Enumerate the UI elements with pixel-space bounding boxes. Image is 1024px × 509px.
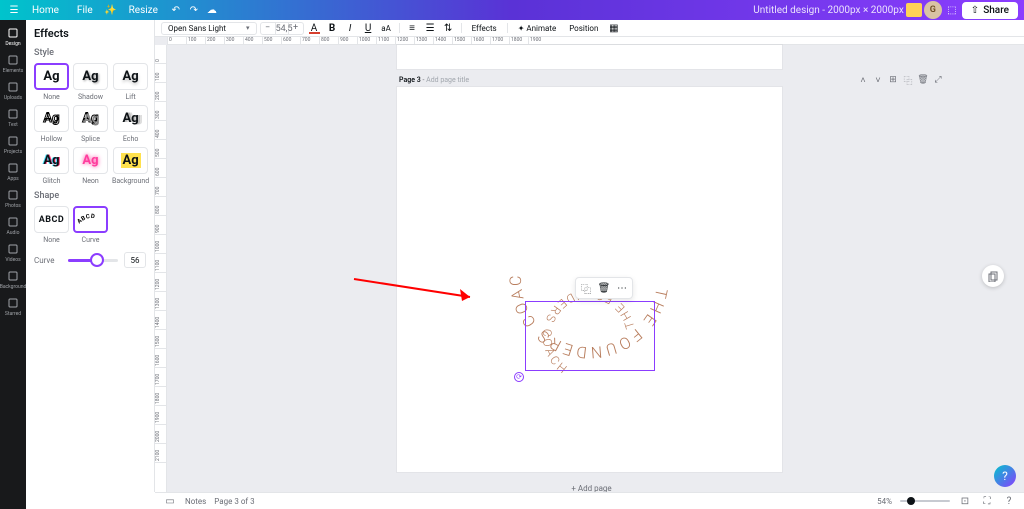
transparency-icon[interactable]: ▦ [606,22,621,35]
avatar[interactable]: G [924,1,942,19]
style-glitch[interactable]: AgGlitch [34,147,69,185]
rail-text[interactable]: Text [0,105,26,131]
style-neon[interactable]: AgNeon [73,147,108,185]
list-icon[interactable]: ☰ [423,22,438,35]
size-plus[interactable]: + [289,23,303,33]
bottom-bar: ▭ Notes Page 3 of 3 54% ⊡ ⛶ ? [155,492,1024,509]
rail-apps[interactable]: Apps [0,159,26,185]
delete-icon[interactable]: 🗑 [596,280,612,296]
style-echo[interactable]: AgEcho [112,105,149,143]
magic-icon[interactable]: ✨ [103,2,119,18]
more-icon[interactable]: ⋯ [614,280,630,296]
effects-button[interactable]: Effects [467,24,502,33]
curve-value-input[interactable]: 56 [124,252,146,268]
text-toolbar: Open Sans Light▾ − 54,5 + A B I U aA ≡ ☰… [155,20,1024,37]
show-pages-fab[interactable] [982,265,1004,287]
top-bar: ☰ Home File ✨ Resize ↶ ↷ ☁ Untitled desi… [0,0,1024,20]
help-icon-bottom[interactable]: ? [1002,494,1016,508]
rail-audio[interactable]: Audio [0,213,26,239]
style-splice[interactable]: AgSplice [73,105,108,143]
rail-elements[interactable]: Elements [0,51,26,77]
shape-heading: Shape [34,191,146,201]
resize-button[interactable]: Resize [121,3,166,18]
style-heading: Style [34,48,146,58]
size-minus[interactable]: − [261,23,275,33]
rail-projects[interactable]: Projects [0,132,26,158]
align-icon[interactable]: ≡ [405,22,420,35]
expand-page-icon[interactable]: ⤢ [932,74,944,86]
share-button[interactable]: ⇧ Share [962,2,1018,19]
rail-starred[interactable]: Starred [0,294,26,320]
help-bubble[interactable]: ? [994,465,1016,487]
insights-icon[interactable]: ⬚ [944,2,960,18]
zoom-value[interactable]: 54% [877,497,892,506]
grid-icon[interactable]: ⊞ [887,74,899,86]
page-up-icon[interactable]: ˄ [857,74,869,86]
style-lift[interactable]: AgLift [112,63,149,101]
underline-icon[interactable]: U [361,22,376,35]
floating-toolbar: ⿻ 🗑 ⋯ [575,277,633,299]
home-button[interactable]: Home [24,3,67,18]
undo-icon[interactable]: ↶ [168,2,184,18]
page-label[interactable]: Page 3 - Add page title [399,76,469,84]
italic-icon[interactable]: I [343,22,358,35]
crown-icon[interactable] [906,2,922,18]
page-canvas[interactable]: THE FOUNDERS COACH THE FOUNDERS COACH ⟳ … [397,87,782,472]
curve-slider-label: Curve [34,256,62,265]
position-button[interactable]: Position [564,24,603,33]
duplicate-page-icon[interactable]: ⿻ [902,74,914,86]
rail-design[interactable]: Design [0,24,26,50]
animate-button[interactable]: ✦ Animate [513,24,562,33]
font-size-stepper[interactable]: − 54,5 + [260,22,304,35]
style-bg[interactable]: AgBackground [112,147,149,185]
panel-title: Effects [34,27,146,40]
page-toolbar: ˄ ˅ ⊞ ⿻ 🗑 ⤢ [857,74,944,86]
selection-box[interactable]: ⟳ [525,301,655,371]
previous-page-peek: THE FOUNDERS COACH [397,45,782,69]
text-color-icon[interactable]: A [307,22,322,35]
add-page-button[interactable]: + Add page [399,480,784,492]
font-size-input[interactable]: 54,5 [275,23,289,34]
shape-none[interactable]: ABCD None [34,206,69,244]
rail-uploads[interactable]: Uploads [0,78,26,104]
svg-text:ABCD: ABCD [77,212,96,224]
page-down-icon[interactable]: ˅ [872,74,884,86]
style-none[interactable]: AgNone [34,63,69,101]
rotate-handle[interactable]: ⟳ [514,372,524,382]
side-rail: DesignElementsUploadsTextProjectsAppsPho… [0,20,26,509]
duplicate-icon[interactable]: ⿻ [578,280,594,296]
cloud-sync-icon: ☁ [204,2,220,18]
rail-photos[interactable]: Photos [0,186,26,212]
rail-videos[interactable]: Videos [0,240,26,266]
bold-icon[interactable]: B [325,22,340,35]
style-shadow[interactable]: AgShadow [73,63,108,101]
case-icon[interactable]: aA [379,22,394,35]
vertical-ruler: 0100200300400500600700800900100011001200… [155,45,167,492]
rail-bg[interactable]: Background [0,267,26,293]
style-hollow[interactable]: AgHollow [34,105,69,143]
fit-icon[interactable]: ⊡ [958,494,972,508]
delete-page-icon[interactable]: 🗑 [917,74,929,86]
page-indicator[interactable]: Page 3 of 3 [214,497,254,506]
shape-curve[interactable]: ABCD Curve [73,206,108,244]
redo-icon[interactable]: ↷ [186,2,202,18]
effects-panel: Effects Style AgNoneAgShadowAgLift AgHoll… [26,20,155,492]
horizontal-ruler: 0100200300400500600700800900100011001200… [167,37,1024,45]
spacing-icon[interactable]: ⇅ [441,22,456,35]
file-menu[interactable]: File [69,3,101,18]
font-select[interactable]: Open Sans Light▾ [161,22,257,35]
zoom-slider[interactable] [900,500,950,502]
notes-button[interactable]: Notes [185,497,206,506]
notes-icon[interactable]: ▭ [163,494,177,508]
fullscreen-icon[interactable]: ⛶ [980,494,994,508]
curve-slider[interactable] [68,259,118,262]
menu-icon[interactable]: ☰ [6,2,22,18]
document-title[interactable]: Untitled design - 2000px × 2000px [753,5,904,16]
canvas-area: 0100200300400500600700800900100011001200… [155,37,1024,492]
